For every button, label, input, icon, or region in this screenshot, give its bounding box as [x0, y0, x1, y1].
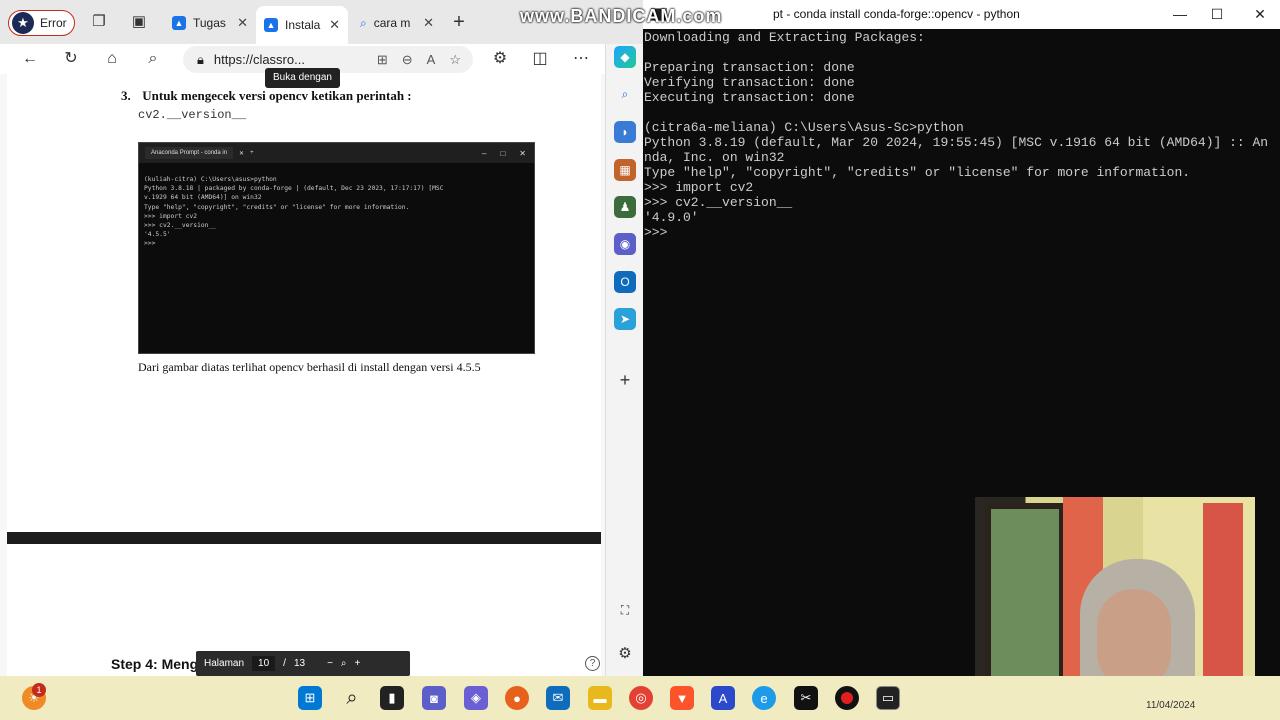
mail-icon[interactable]: ✉: [546, 686, 570, 710]
search-icon: ⌕: [360, 15, 367, 30]
step3-heading: 3. Untuk mengecek versi opencv ketikan p…: [121, 88, 412, 104]
caption-text: Dari gambar diatas terlihat opencv berha…: [138, 360, 481, 374]
chrome-icon[interactable]: ◎: [629, 686, 653, 710]
page-total: 13: [293, 658, 306, 669]
taskbar: ☀ 1 ⊞ ⌕ ▮ ◙ ◈ ● ✉ ▬ ◎ ▼ A e ✂ ▭ 11/04/20…: [0, 676, 1280, 720]
profile-avatar: ★: [12, 12, 34, 34]
tab-instala[interactable]: ▲ Instala ✕: [256, 6, 348, 44]
games-icon[interactable]: ♟: [614, 196, 636, 218]
page-separator: [7, 532, 601, 544]
page-number-input[interactable]: 10: [252, 656, 276, 671]
page-separator-text: /: [283, 658, 286, 669]
workspaces-icon[interactable]: ❐: [91, 14, 107, 30]
terminal-scrollbar[interactable]: [1269, 29, 1280, 676]
terminal-taskbar-icon[interactable]: ▭: [876, 686, 900, 710]
apps-icon[interactable]: ⊞: [377, 52, 388, 68]
tab-actions-icon[interactable]: ▣: [131, 14, 147, 30]
close-window-icon[interactable]: ✕: [1250, 6, 1270, 23]
browser-window: ★ Error ❐ ▣ ▲ Tugas ✕ ▲ Instala ✕ ⌕ cara…: [0, 0, 643, 676]
split-screen-icon[interactable]: ◫: [530, 49, 550, 69]
screenshot-tool-icon[interactable]: ⛶: [614, 599, 636, 621]
page-controls: Halaman 10 / 13 − ⌕ +: [196, 651, 410, 676]
read-aloud-icon[interactable]: A: [427, 52, 436, 68]
new-tab-icon[interactable]: +: [451, 12, 467, 32]
zoom-icon[interactable]: ⊖: [402, 52, 413, 68]
classroom-favicon-icon: ▲: [264, 18, 278, 32]
maximize-icon[interactable]: ☐: [1207, 6, 1227, 23]
copilot-taskbar-icon[interactable]: ◈: [464, 686, 488, 710]
minimize-icon[interactable]: —: [1170, 6, 1190, 22]
profile-error-button[interactable]: ★ Error: [8, 10, 75, 36]
tools-briefcase-icon[interactable]: ▦: [614, 159, 636, 181]
screenshot-titlebar: Anaconda Prompt - conda in ✕ + – □ ✕: [139, 143, 534, 163]
outlook-icon[interactable]: O: [614, 271, 636, 293]
home-icon[interactable]: ⌂: [102, 49, 122, 69]
drop-send-icon[interactable]: ➤: [614, 308, 636, 330]
screenshot-close-icon: ✕: [239, 150, 245, 157]
screenshot-output: (kuliah-citra) C:\Users\asus>python Pyth…: [144, 176, 444, 248]
teams-icon[interactable]: ◙: [422, 686, 446, 710]
screenshot-tab: Anaconda Prompt - conda in: [145, 147, 234, 159]
classroom-favicon-icon: ▲: [172, 16, 186, 30]
bandicam-watermark: www.BANDICAM.com: [520, 6, 723, 26]
pdf-page: Buka dengan 3. Untuk mengecek versi open…: [7, 68, 601, 532]
pdf-viewer: Buka dengan 3. Untuk mengecek versi open…: [0, 68, 605, 676]
sidebar-settings-gear-icon[interactable]: ⚙: [614, 642, 636, 664]
cam-person-face: [1097, 589, 1171, 689]
cam-window: [985, 503, 1065, 693]
search-icon[interactable]: ⌕: [143, 49, 163, 69]
shopping-tag-icon[interactable]: ◗: [614, 121, 636, 143]
clock-date: 11/04/2024: [1146, 700, 1196, 711]
file-explorer-icon[interactable]: ▬: [588, 686, 612, 710]
windows-start-icon[interactable]: ⊞: [298, 686, 322, 710]
step-number: 3.: [121, 88, 131, 103]
zoom-in-icon[interactable]: +: [355, 658, 361, 669]
anaconda-screenshot: Anaconda Prompt - conda in ✕ + – □ ✕ (kuli…: [138, 142, 535, 354]
code-line: cv2.__version__: [138, 108, 247, 122]
page-label: Halaman: [204, 658, 245, 669]
close-tab-icon[interactable]: ✕: [237, 15, 248, 31]
terminal-output[interactable]: Downloading and Extracting Packages: Pre…: [644, 30, 1280, 240]
firefox-icon[interactable]: ●: [505, 686, 529, 710]
edge-sidebar: ◆ ⌕ ◗ ▦ ♟ ◉ O ➤ + ⛶ ⚙: [605, 44, 643, 676]
task-view-icon[interactable]: ▮: [380, 686, 404, 710]
open-with-button[interactable]: Buka dengan: [265, 68, 340, 88]
tab-tugas[interactable]: ▲ Tugas ✕: [164, 7, 256, 39]
taskbar-search-icon[interactable]: ⌕: [340, 686, 364, 710]
terminal-title: pt - conda install conda-forge::opencv -…: [773, 7, 1020, 21]
microsoft-365-icon[interactable]: ◉: [614, 233, 636, 255]
tab-label: Instala: [285, 18, 321, 32]
screenshot-window-controls: – □ ✕: [482, 148, 526, 158]
cam-curtain-right: [1203, 503, 1243, 703]
refresh-icon[interactable]: ↻: [61, 49, 81, 69]
tab-label: cara m: [373, 16, 411, 30]
back-icon[interactable]: ←: [20, 49, 40, 69]
visual-studio-icon[interactable]: A: [711, 686, 735, 710]
tab-cara[interactable]: ⌕ cara m ✕: [352, 7, 442, 39]
capcut-icon[interactable]: ✂: [794, 686, 818, 710]
url-text: https://classro...: [213, 52, 305, 67]
notification-badge: 1: [32, 683, 46, 697]
step-text: Untuk mengecek versi opencv ketikan peri…: [142, 88, 412, 103]
tab-label: Tugas: [193, 16, 226, 30]
lock-icon: 🔒︎: [197, 51, 204, 67]
zoom-in-search-icon[interactable]: ⌕: [341, 658, 347, 669]
help-icon[interactable]: ?: [585, 656, 600, 671]
more-menu-icon[interactable]: ⋯: [571, 49, 591, 69]
bandicam-record-icon[interactable]: [835, 686, 859, 710]
screenshot-plus-icon: +: [250, 150, 254, 156]
search-icon[interactable]: ⌕: [614, 83, 636, 105]
profile-error-label: Error: [40, 16, 67, 30]
zoom-out-icon[interactable]: −: [327, 658, 333, 669]
close-tab-icon[interactable]: ✕: [329, 17, 340, 33]
extensions-icon[interactable]: ⚙: [490, 49, 510, 69]
close-tab-icon[interactable]: ✕: [423, 15, 434, 31]
brave-icon[interactable]: ▼: [670, 686, 694, 710]
favorite-star-icon[interactable]: ☆: [449, 52, 461, 68]
add-sidebar-app-icon[interactable]: +: [614, 369, 636, 391]
edge-icon[interactable]: e: [752, 686, 776, 710]
copilot-icon[interactable]: ◆: [614, 46, 636, 68]
